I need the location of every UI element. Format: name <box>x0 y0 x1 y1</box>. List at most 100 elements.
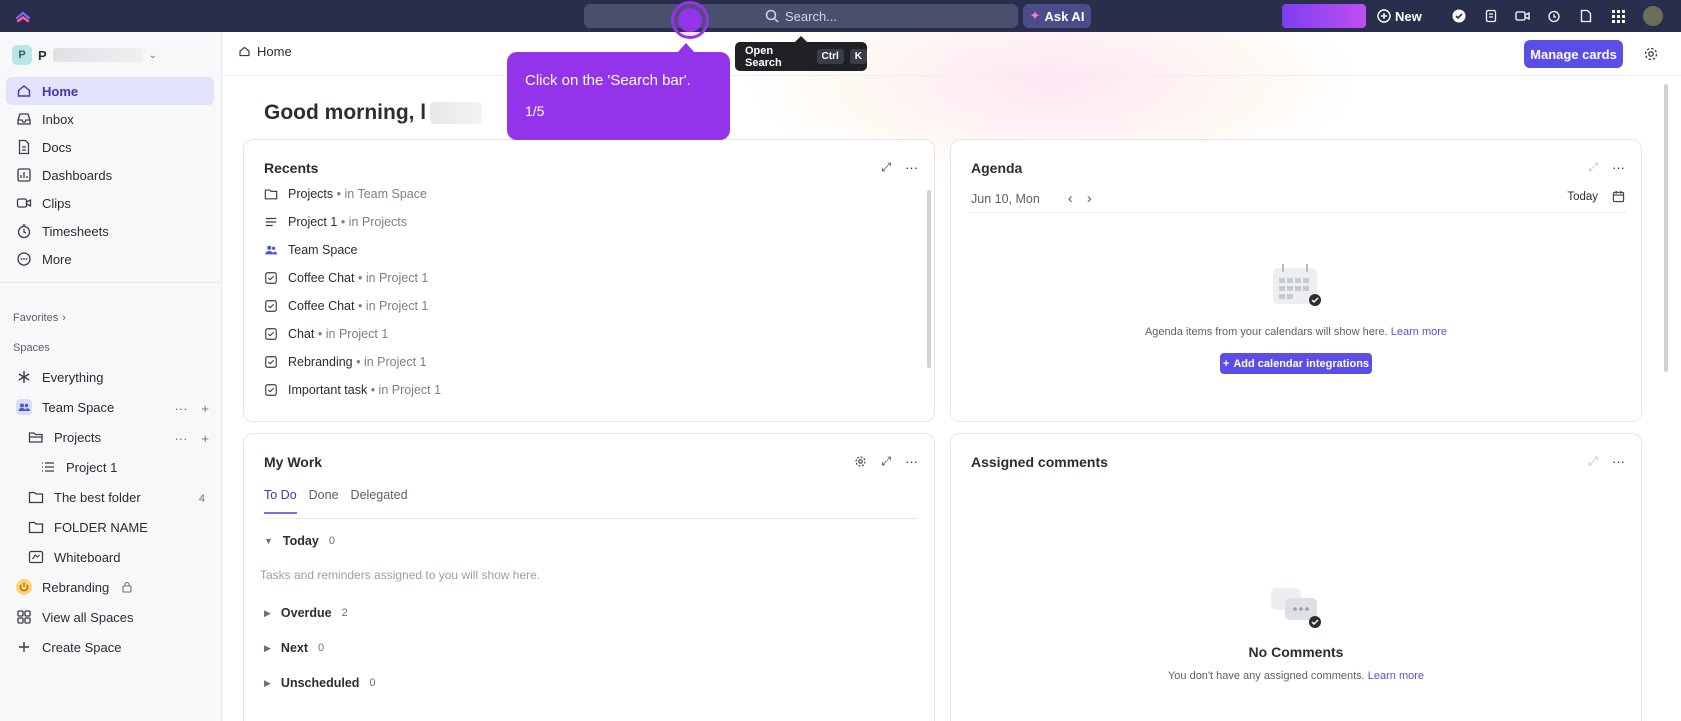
sidebar-item-the-best-folder[interactable]: The best folder <box>18 483 214 511</box>
check-circle-icon[interactable] <box>1450 7 1468 25</box>
chevron-right-icon[interactable]: › <box>1087 190 1092 207</box>
tab-delegated[interactable]: Delegated <box>351 488 408 514</box>
group-next[interactable]: ▶ Next 0 <box>264 641 324 655</box>
header-divider <box>222 75 1681 76</box>
group-count: 0 <box>369 677 376 689</box>
recent-location: • in Project 1 <box>357 271 429 285</box>
settings-gear-icon[interactable] <box>1643 46 1659 62</box>
sidebar-item-label: Docs <box>42 139 72 155</box>
group-today[interactable]: ▼ Today 0 <box>264 534 335 548</box>
more-dots-icon[interactable]: ··· <box>174 431 187 446</box>
group-label: Next <box>280 641 309 655</box>
recent-item[interactable]: Chat • in Project 1 <box>264 324 388 344</box>
card-tools: ⤢ ··· <box>854 454 918 469</box>
search-bar[interactable]: Search... <box>584 4 1018 28</box>
workspace-switcher[interactable]: P P ⌄ <box>12 44 157 66</box>
notepad-icon[interactable] <box>1482 7 1500 25</box>
tab-done[interactable]: Done <box>309 488 339 514</box>
more-dots-icon[interactable]: ··· <box>1612 160 1625 175</box>
sidebar-item-timesheets[interactable]: Timesheets <box>6 217 214 245</box>
guide-hotspot[interactable] <box>671 1 709 39</box>
sidebar-item-everything[interactable]: Everything <box>6 363 214 391</box>
recent-item[interactable]: Coffee Chat • in Project 1 <box>264 296 428 316</box>
add-calendar-label: Add calendar integrations <box>1233 357 1370 370</box>
recent-item[interactable]: Coffee Chat • in Project 1 <box>264 268 428 288</box>
guide-popover[interactable]: Click on the 'Search bar'. 1/5 <box>507 43 730 140</box>
chevron-left-icon[interactable]: ‹ <box>1068 190 1073 207</box>
manage-cards-button[interactable]: Manage cards <box>1524 40 1623 68</box>
more-icon <box>17 252 31 266</box>
agenda-message-text: Agenda items from your calendars will sh… <box>1144 326 1388 338</box>
plus-icon[interactable]: + <box>201 431 209 446</box>
more-dots-icon[interactable]: ··· <box>905 454 918 469</box>
expand-icon[interactable]: ⤢ <box>1588 160 1598 175</box>
favorites-header[interactable]: Favorites › <box>13 312 66 324</box>
expand-icon[interactable]: ⤢ <box>881 160 891 175</box>
list-icon <box>42 462 54 472</box>
recent-name: Coffee Chat <box>288 271 355 285</box>
recent-location: • in Project 1 <box>357 299 429 313</box>
recent-item[interactable]: Rebranding • in Project 1 <box>264 352 427 372</box>
apps-grid-icon[interactable] <box>1609 7 1627 25</box>
sidebar-item-view-all-spaces[interactable]: View all Spaces <box>6 603 214 631</box>
recents-scrollbar[interactable] <box>927 190 931 368</box>
sidebar-item-inbox[interactable]: Inbox <box>6 105 214 133</box>
app-logo-icon[interactable] <box>14 7 32 25</box>
sidebar-item-whiteboard[interactable]: Whiteboard <box>18 543 214 571</box>
doc-icon[interactable] <box>1577 7 1595 25</box>
sidebar-item-clips[interactable]: Clips <box>6 189 214 217</box>
upgrade-banner[interactable] <box>1282 4 1366 28</box>
today-button[interactable]: Today <box>1567 191 1598 203</box>
add-calendar-integrations-button[interactable]: + Add calendar integrations <box>1220 353 1372 374</box>
learn-more-link[interactable]: Learn more <box>1368 670 1424 682</box>
sidebar-item-create-space[interactable]: Create Space <box>6 633 214 661</box>
caret-right-icon: ▶ <box>264 642 271 653</box>
recent-item[interactable]: Project 1 • in Projects <box>264 212 407 232</box>
home-icon <box>239 46 250 57</box>
more-dots-icon[interactable]: ··· <box>174 401 187 416</box>
more-dots-icon[interactable]: ··· <box>1612 454 1625 469</box>
spaces-header: Spaces <box>13 342 50 354</box>
ask-ai-button[interactable]: ✦ Ask AI <box>1023 4 1091 28</box>
group-unscheduled[interactable]: ▶ Unscheduled 0 <box>264 676 376 690</box>
group-overdue[interactable]: ▶ Overdue 2 <box>264 606 348 620</box>
recent-item[interactable]: Team Space <box>264 240 357 260</box>
spaces-label: Spaces <box>13 342 50 354</box>
main-scrollbar[interactable] <box>1664 84 1668 372</box>
recent-item[interactable]: Important task • in Project 1 <box>264 380 441 400</box>
favorites-label: Favorites <box>13 312 59 324</box>
sidebar-item-folder-name[interactable]: FOLDER NAME <box>18 513 214 541</box>
learn-more-link[interactable]: Learn more <box>1391 326 1447 338</box>
plus-icon[interactable]: + <box>201 401 209 416</box>
gear-icon[interactable] <box>854 455 867 468</box>
sidebar-item-docs[interactable]: Docs <box>6 133 214 161</box>
card-tools: ⤢ ··· <box>1588 160 1625 175</box>
task-check-icon <box>265 356 277 368</box>
asterisk-icon <box>18 371 30 383</box>
breadcrumb[interactable]: Home <box>238 44 292 59</box>
recent-name: Project 1 <box>288 215 338 229</box>
sidebar-item-home[interactable]: Home <box>6 77 214 105</box>
sidebar-item-project-1[interactable]: Project 1 <box>30 453 214 481</box>
new-button[interactable]: New <box>1377 4 1427 28</box>
plus-icon: + <box>1222 357 1230 370</box>
task-check-icon <box>265 272 277 284</box>
sidebar-item-rebranding[interactable]: Rebranding <box>6 573 214 601</box>
user-avatar[interactable] <box>1641 4 1665 28</box>
tab-to-do[interactable]: To Do <box>264 488 297 514</box>
folder-icon <box>28 521 44 534</box>
no-comments-text: You don't have any assigned comments. <box>1167 670 1365 682</box>
expand-icon[interactable]: ⤢ <box>1588 454 1598 469</box>
recent-name: Rebranding <box>288 355 353 369</box>
alarm-icon[interactable] <box>1545 7 1563 25</box>
sidebar-item-dashboards[interactable]: Dashboards <box>6 161 214 189</box>
timer-icon <box>17 224 31 239</box>
recent-item[interactable]: Projects • in Team Space <box>264 184 427 204</box>
video-icon[interactable] <box>1513 7 1531 25</box>
expand-icon[interactable]: ⤢ <box>881 454 891 469</box>
more-dots-icon[interactable]: ··· <box>905 160 918 175</box>
sidebar-item-more[interactable]: More <box>6 245 214 273</box>
recent-name: Coffee Chat <box>288 299 355 313</box>
calendar-icon[interactable] <box>1612 190 1625 203</box>
folder-open-icon <box>28 432 43 443</box>
